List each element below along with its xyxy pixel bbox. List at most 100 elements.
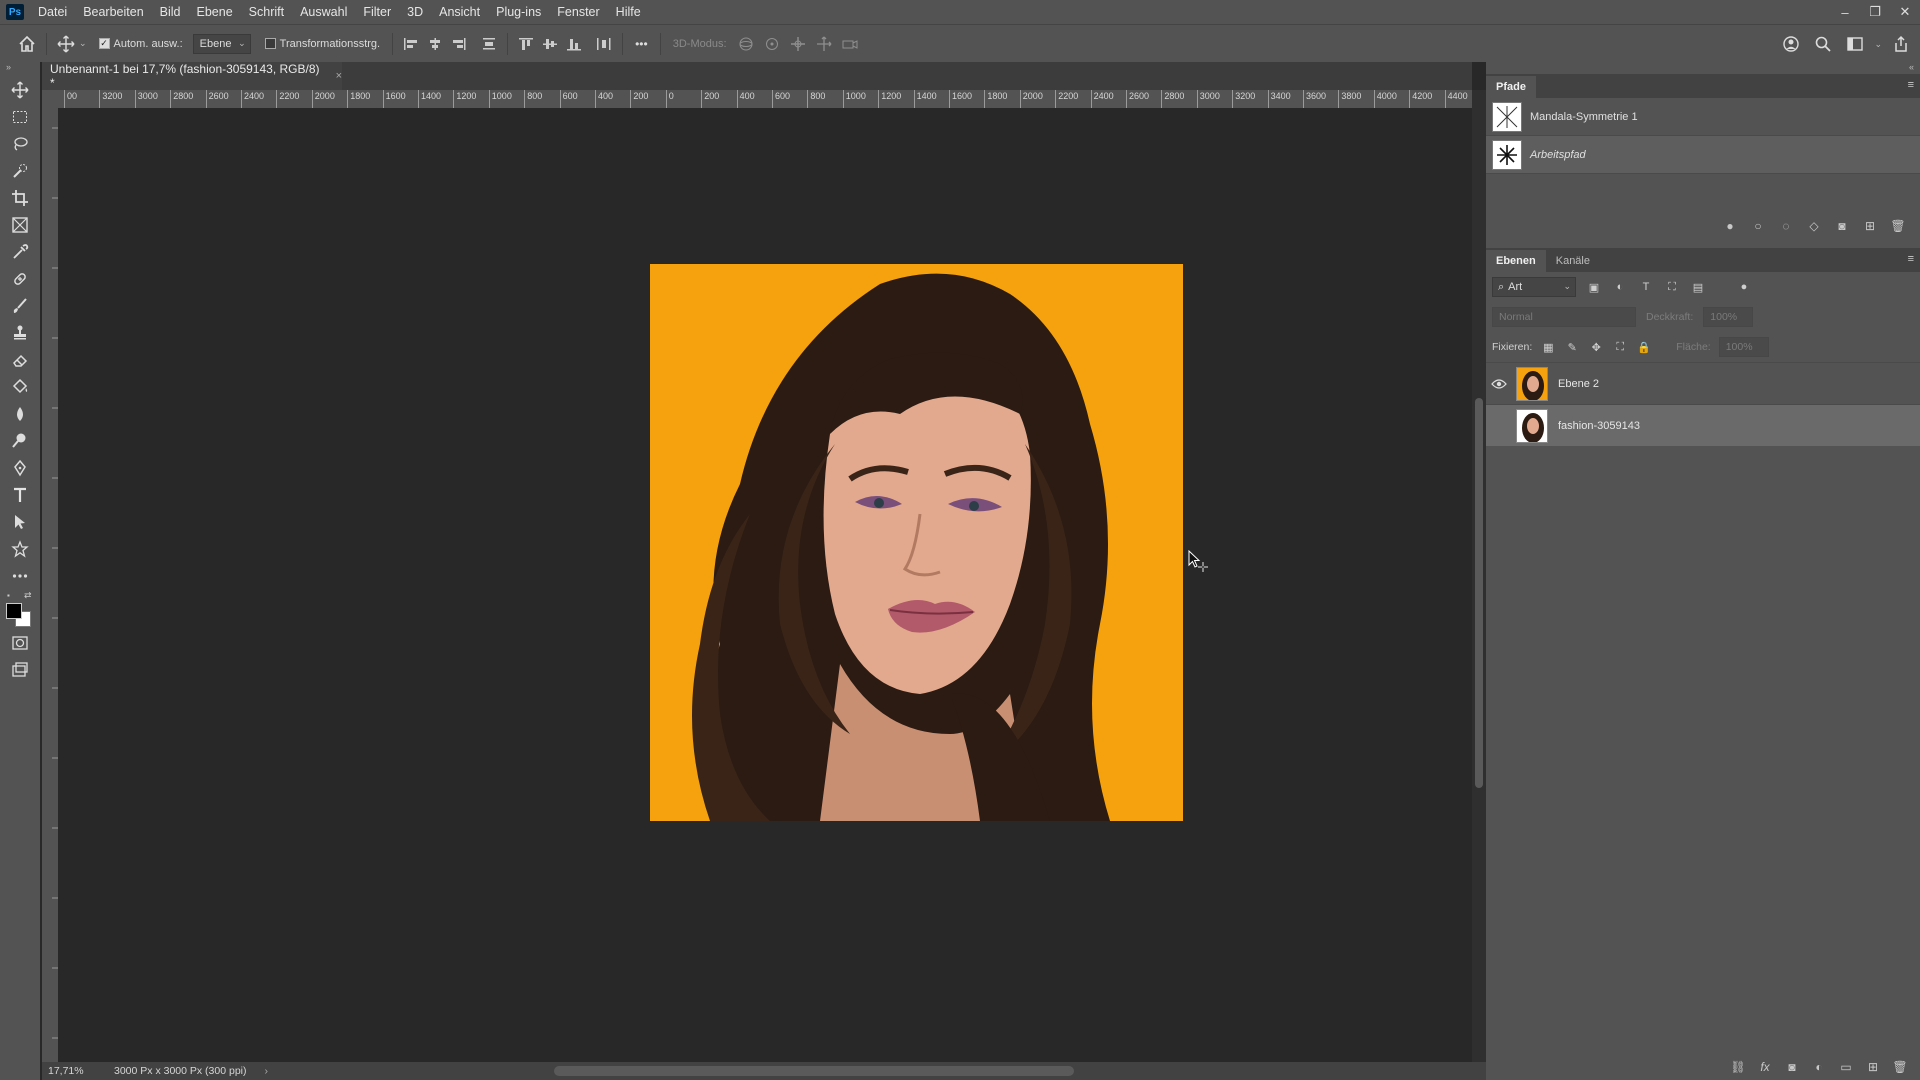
quick-selection-tool-icon[interactable] [0,157,40,184]
checkbox-checked-icon[interactable]: ✓ [98,38,110,49]
menu-plug-ins[interactable]: Plug-ins [488,0,549,24]
horizontal-scrollbar-thumb[interactable] [554,1066,1074,1076]
3d-pan-icon[interactable] [785,31,811,57]
add-layer-mask-icon[interactable]: ◙ [1784,1059,1800,1075]
delete-layer-icon[interactable]: 🗑 [1892,1059,1908,1075]
restore-button[interactable]: ❐ [1860,0,1890,24]
menu-hilfe[interactable]: Hilfe [608,0,649,24]
3d-camera-icon[interactable] [837,31,863,57]
align-left-icon[interactable] [399,34,423,54]
user-account-icon[interactable] [1778,31,1804,57]
filter-type-icon[interactable]: T [1638,279,1654,295]
lock-transparent-pixels-icon[interactable]: ▦ [1540,339,1556,355]
lasso-tool-icon[interactable] [0,130,40,157]
close-window-button[interactable]: ✕ [1890,0,1920,24]
menu-datei[interactable]: Datei [30,0,75,24]
blend-mode-dropdown[interactable]: Normal [1492,307,1636,327]
panel-menu-icon[interactable]: ≡ [1908,253,1914,265]
transform-controls-checkbox[interactable]: Transformationsstrg. [264,38,380,50]
tab-channels[interactable]: Kanäle [1546,250,1600,272]
horizontal-ruler[interactable]: 00 3200 3000 2800 2600 2400 2200 2000 1800 1600 14… [58,90,1472,108]
share-icon[interactable] [1888,31,1914,57]
collapse-toolbar-icon[interactable]: » [0,62,40,76]
close-tab-icon[interactable]: × [336,70,342,82]
align-middle-v-icon[interactable] [538,34,562,54]
align-top-icon[interactable] [514,34,538,54]
frame-tool-icon[interactable] [0,211,40,238]
tab-layers[interactable]: Ebenen [1486,250,1546,272]
checkbox-unchecked-icon[interactable] [264,38,276,49]
minimize-button[interactable]: – [1830,0,1860,24]
pen-tool-icon[interactable] [0,454,40,481]
zoom-level[interactable]: 17,71% [42,1065,92,1077]
vertical-scrollbar-thumb[interactable] [1475,398,1483,788]
fill-input[interactable]: 100% [1718,337,1769,357]
filter-toggle-icon[interactable]: ● [1736,279,1752,295]
menu-fenster[interactable]: Fenster [549,0,607,24]
paint-bucket-tool-icon[interactable] [0,373,40,400]
more-tools-icon[interactable] [0,562,40,589]
foreground-color-swatch[interactable] [6,603,22,619]
link-layers-icon[interactable]: ⛓ [1730,1059,1746,1075]
search-icon[interactable] [1810,31,1836,57]
lock-position-icon[interactable]: ✥ [1588,339,1604,355]
swap-colors-icon[interactable]: ⇄ [24,590,32,601]
blur-tool-icon[interactable] [0,400,40,427]
adjustment-layer-icon[interactable]: ◐ [1811,1059,1827,1075]
chevron-down-icon[interactable]: ⌄ [1874,39,1882,50]
panel-menu-icon[interactable]: ≡ [1908,79,1914,91]
clone-stamp-tool-icon[interactable] [0,319,40,346]
marquee-tool-icon[interactable] [0,103,40,130]
menu-schrift[interactable]: Schrift [241,0,292,24]
color-swatches[interactable]: ▪ ⇄ [0,589,40,629]
lock-all-icon[interactable]: 🔒 [1636,339,1652,355]
3d-orbit-icon[interactable] [733,31,759,57]
auto-select-target-dropdown[interactable]: Ebene ⌄ [192,33,251,54]
eraser-tool-icon[interactable] [0,346,40,373]
chevron-down-icon[interactable]: ⌄ [79,38,87,49]
distribute-vertical-icon[interactable] [477,34,501,54]
opacity-input[interactable]: 100% [1703,307,1754,327]
quick-mask-icon[interactable] [0,629,40,656]
layer-style-icon[interactable]: fx [1757,1059,1773,1075]
custom-shape-tool-icon[interactable] [0,535,40,562]
crop-tool-icon[interactable] [0,184,40,211]
collapse-panels-icon[interactable]: « [1486,62,1920,74]
menu-filter[interactable]: Filter [355,0,399,24]
workspace-icon[interactable] [1842,31,1868,57]
document-tab[interactable]: Unbenannt-1 bei 17,7% (fashion-3059143, … [42,62,342,90]
filter-shape-icon[interactable]: ⛶ [1664,279,1680,295]
delete-path-icon[interactable]: 🗑 [1890,218,1906,234]
path-item-work-path[interactable]: Arbeitspfad [1486,136,1920,174]
ruler-origin[interactable] [42,90,58,108]
filter-adjustment-icon[interactable]: ◐ [1612,279,1628,295]
canvas-area[interactable] [58,108,1472,1062]
new-group-icon[interactable]: ▭ [1838,1059,1854,1075]
align-center-h-icon[interactable] [423,34,447,54]
move-tool-preset-icon[interactable] [53,31,79,57]
screen-mode-icon[interactable] [0,656,40,683]
layer-row-ebene-2[interactable]: Ebene 2 [1486,362,1920,404]
load-selection-icon[interactable]: ◌ [1778,218,1794,234]
menu-bearbeiten[interactable]: Bearbeiten [75,0,151,24]
auto-select-checkbox[interactable]: ✓ Autom. ausw.: [98,38,183,50]
layer-row-fashion-3059143[interactable]: fashion-3059143 [1486,404,1920,446]
3d-slide-icon[interactable] [811,31,837,57]
tab-paths[interactable]: Pfade [1486,76,1536,98]
filter-smart-object-icon[interactable]: ▤ [1690,279,1706,295]
lock-artboard-icon[interactable]: ⛶ [1612,339,1628,355]
vertical-scrollbar[interactable] [1472,90,1486,1062]
eye-icon[interactable] [1486,363,1512,405]
vertical-ruler[interactable] [42,108,58,1062]
layer-filter-kind-dropdown[interactable]: ⌕ Art ⌄ [1492,277,1576,297]
dodge-tool-icon[interactable] [0,427,40,454]
menu-auswahl[interactable]: Auswahl [292,0,355,24]
healing-brush-tool-icon[interactable] [0,265,40,292]
filter-pixel-icon[interactable]: ▣ [1586,279,1602,295]
add-mask-icon[interactable]: ◙ [1834,218,1850,234]
stroke-path-icon[interactable]: ○ [1750,218,1766,234]
3d-roll-icon[interactable] [759,31,785,57]
menu-bild[interactable]: Bild [152,0,189,24]
more-options-icon[interactable]: ••• [635,37,648,51]
photoshop-logo-icon[interactable]: Ps [6,4,24,20]
